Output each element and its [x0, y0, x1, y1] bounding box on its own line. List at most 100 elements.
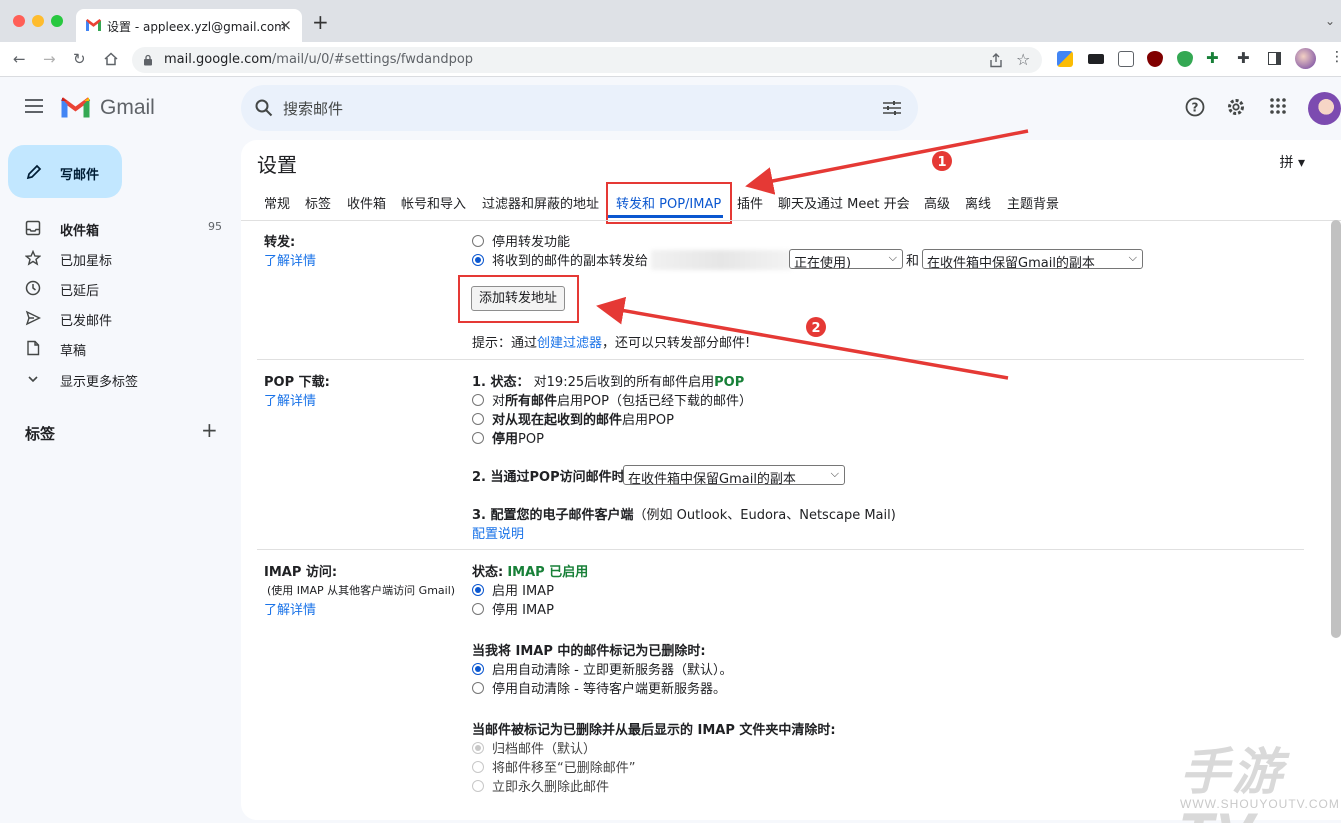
input-method-selector[interactable]: 拼 ▾ [1280, 152, 1305, 172]
sidebar-item-label: 已加星标 [60, 254, 113, 269]
archive-radio[interactable] [472, 742, 484, 754]
forwarding-learn-more-link[interactable]: 了解详情 [264, 250, 316, 269]
tab-general[interactable]: 常规 [264, 193, 290, 212]
copy-extension-icon[interactable] [1118, 51, 1134, 67]
move-to-trash-label: 将邮件移至“已删除邮件” [492, 761, 636, 776]
auto-expunge-off-radio[interactable] [472, 682, 484, 694]
create-filter-link[interactable]: 创建过滤器 [537, 336, 602, 351]
svg-text:?: ? [1192, 101, 1199, 115]
window-minimize-button[interactable] [32, 15, 44, 27]
disable-forwarding-radio[interactable] [472, 235, 484, 247]
browser-tab[interactable]: 设置 - appleex.yzl@gmail.com × [76, 9, 302, 42]
back-icon[interactable]: ← [13, 50, 26, 68]
pop-access-select[interactable]: 在收件箱中保留Gmail的副本 ⌵ [623, 465, 845, 485]
address-bar[interactable]: mail.google.com/mail/u/0/#settings/fwdan… [132, 47, 1042, 73]
tab-addons[interactable]: 插件 [737, 193, 763, 212]
delete-forever-label: 立即永久删除此邮件 [492, 780, 610, 795]
add-label-button[interactable]: + [201, 418, 218, 442]
pencil-icon [26, 164, 42, 180]
imap-enable-radio[interactable] [472, 584, 484, 596]
imap-learn-more-link[interactable]: 了解详情 [264, 599, 316, 618]
imap-disable-radio[interactable] [472, 603, 484, 615]
sidebar-item-label: 已延后 [60, 284, 100, 299]
new-tab-button[interactable]: + [312, 10, 329, 34]
settings-gear-icon[interactable] [1226, 97, 1250, 121]
tab-inbox[interactable]: 收件箱 [347, 193, 386, 212]
extensions-icon[interactable]: ✚ [1237, 49, 1250, 67]
pop-status: 1. 状态： 对19:25后收到的所有邮件启用POP [472, 371, 744, 390]
window-close-button[interactable] [13, 15, 25, 27]
chevron-down-icon: ⌵ [888, 251, 897, 264]
star-icon [25, 250, 41, 266]
puzzle-extension-icon[interactable]: ✚ [1206, 49, 1219, 67]
imap-status-label: 状态: [472, 565, 504, 580]
pop-access-value: 在收件箱中保留Gmail的副本 [628, 472, 796, 485]
tab-advanced[interactable]: 高级 [924, 193, 950, 212]
url-text: mail.google.com/mail/u/0/#settings/fwdan… [164, 52, 473, 67]
pop-disable-b: POP [518, 432, 544, 447]
pop-from-now-radio[interactable] [472, 413, 484, 425]
tab-offline[interactable]: 离线 [965, 193, 991, 212]
move-to-trash-radio[interactable] [472, 761, 484, 773]
sidebar-item-label: 显示更多标签 [60, 375, 139, 390]
auto-expunge-on-radio[interactable] [472, 663, 484, 675]
chevron-down-icon: ⌵ [1128, 251, 1137, 264]
section-divider [257, 549, 1304, 550]
pop-disable-radio[interactable] [472, 432, 484, 444]
ublock-extension-icon[interactable] [1147, 51, 1163, 67]
window-zoom-button[interactable] [51, 15, 63, 27]
labels-heading: 标签 [25, 425, 56, 443]
pop-learn-more-link[interactable]: 了解详情 [264, 390, 316, 409]
tab-title: 设置 - appleex.yzl@gmail.com [107, 20, 286, 34]
search-icon[interactable] [255, 99, 273, 117]
sidebar-item-3[interactable]: 已发邮件 [0, 303, 232, 333]
compose-button[interactable]: 写邮件 [8, 145, 122, 198]
markdown-extension-icon[interactable] [1088, 54, 1104, 64]
extension-icon[interactable] [1057, 51, 1073, 67]
pop-all-b: 所有邮件 [505, 394, 558, 409]
tab-search-icon[interactable]: ⌄ [1325, 14, 1335, 28]
search-input[interactable]: 搜索邮件 [283, 98, 343, 119]
bookmark-star-icon[interactable]: ☆ [1016, 50, 1030, 69]
browser-toolbar: ← → ↻ mail.google.com/mail/u/0/#settings… [0, 42, 1341, 77]
tab-accounts[interactable]: 帐号和导入 [401, 193, 466, 212]
delete-forever-radio[interactable] [472, 780, 484, 792]
pop-config-instructions-link[interactable]: 配置说明 [472, 523, 524, 542]
browser-menu-icon[interactable]: ⋮ [1330, 49, 1341, 65]
tab-close-icon[interactable]: × [279, 16, 292, 34]
sidebar-item-0[interactable]: 收件箱 95 [0, 213, 232, 243]
sidebar-item-5[interactable]: 显示更多标签 [0, 364, 232, 394]
pop-status-text: 对19:25后收到的所有邮件启用 [533, 375, 715, 390]
sidebar-item-4[interactable]: 草稿 [0, 333, 232, 363]
scrollbar[interactable] [1331, 220, 1341, 638]
forward-keep-copy-select[interactable]: 在收件箱中保留Gmail的副本 ⌵ [922, 249, 1143, 269]
sidebar-item-1[interactable]: 已加星标 [0, 243, 232, 273]
account-avatar[interactable] [1308, 92, 1341, 125]
redacted-email [651, 250, 791, 270]
share-icon[interactable] [989, 53, 1003, 68]
forward-copy-radio[interactable] [472, 254, 484, 266]
section-divider [257, 359, 1304, 360]
forward-icon[interactable]: → [43, 50, 56, 68]
apps-grid-icon[interactable] [1269, 97, 1293, 121]
pop-all-mail-radio[interactable] [472, 394, 484, 406]
sidebar-item-2[interactable]: 已延后 [0, 273, 232, 303]
draft-icon [27, 340, 40, 356]
pop-all-mail-label: 对所有邮件启用POP（包括已经下载的邮件） [492, 390, 752, 409]
tab-themes[interactable]: 主题背景 [1007, 193, 1059, 212]
main-menu-icon[interactable] [25, 99, 43, 113]
side-panel-icon[interactable] [1268, 52, 1281, 65]
search-options-icon[interactable] [883, 100, 901, 116]
reload-icon[interactable]: ↻ [73, 50, 86, 68]
forward-address-select[interactable]: 正在使用) ⌵ [789, 249, 903, 269]
tab-labels[interactable]: 标签 [305, 193, 331, 212]
tab-filters[interactable]: 过滤器和屏蔽的地址 [482, 193, 599, 212]
tab-chat-meet[interactable]: 聊天及通过 Meet 开会 [778, 193, 910, 212]
profile-avatar[interactable] [1295, 48, 1316, 69]
page-title: 设置 [257, 153, 297, 177]
shield-extension-icon[interactable] [1177, 51, 1193, 67]
search-bar[interactable]: 搜索邮件 [241, 85, 918, 131]
home-icon[interactable] [104, 52, 118, 66]
imap-disable-label: 停用 IMAP [492, 603, 554, 618]
help-icon[interactable]: ? [1185, 97, 1209, 121]
